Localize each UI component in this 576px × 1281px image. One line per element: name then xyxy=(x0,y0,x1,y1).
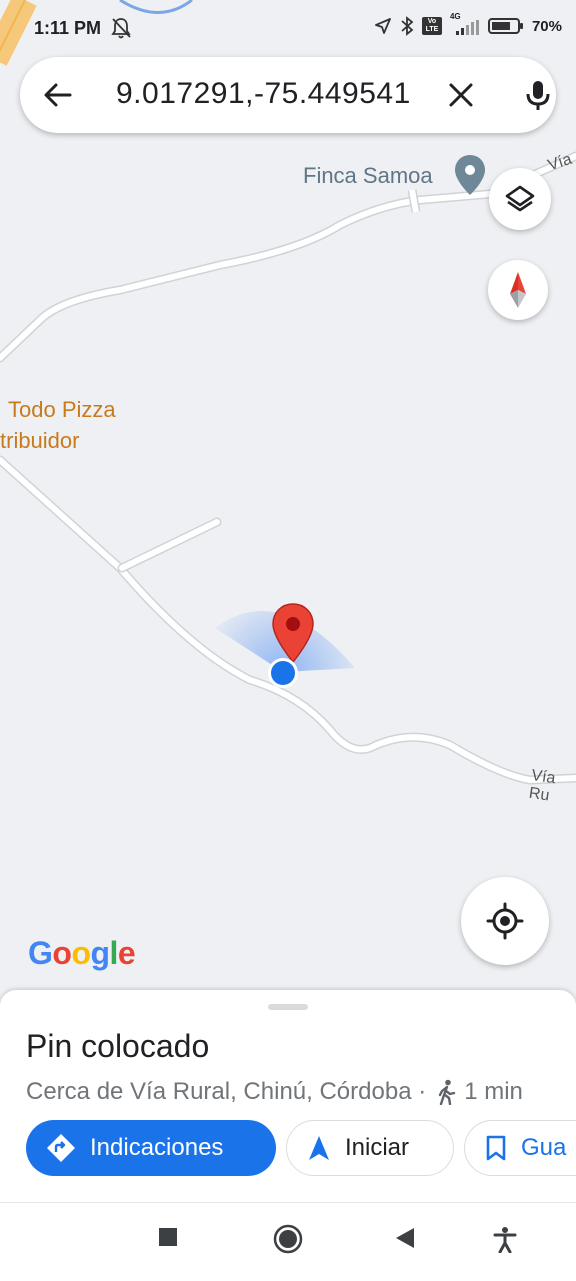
volte-icon: Vo LTE xyxy=(421,17,442,35)
bluetooth-icon xyxy=(401,16,414,36)
google-logo-letter: G xyxy=(28,935,53,971)
status-time: 1:11 PM xyxy=(34,18,102,38)
directions-label: Indicaciones xyxy=(90,1134,224,1161)
google-logo-letter: o xyxy=(52,935,72,971)
compass-button[interactable] xyxy=(488,260,548,320)
save-label: Gua xyxy=(521,1134,567,1161)
google-logo-letter: l xyxy=(109,935,119,971)
location-icon xyxy=(375,18,391,34)
walking-icon xyxy=(439,1079,456,1105)
search-bar[interactable]: 9.017291,-75.449541 xyxy=(20,57,556,133)
search-query[interactable]: 9.017291,-75.449541 xyxy=(116,77,411,111)
place-bottom-sheet[interactable]: Pin colocado Cerca de Vía Rural, Chinú, … xyxy=(0,990,576,1202)
my-location-button[interactable] xyxy=(461,877,549,965)
place-pin-icon xyxy=(455,155,485,195)
walk-time: 1 min xyxy=(464,1078,523,1105)
bookmark-icon xyxy=(486,1135,506,1161)
google-logo: Google xyxy=(28,935,136,972)
battery-percent: 70% xyxy=(531,17,562,35)
place-title: Pin colocado xyxy=(26,1028,210,1064)
signal-icon: 4G xyxy=(450,12,480,36)
road-label-via-rural: Vía Ru xyxy=(527,766,557,805)
directions-button[interactable]: Indicaciones xyxy=(26,1120,276,1176)
place-label-line1: Todo Pizza xyxy=(8,397,116,422)
accessibility-icon[interactable] xyxy=(493,1227,517,1253)
system-nav-bar xyxy=(0,1202,576,1281)
layers-button[interactable] xyxy=(489,168,551,230)
mic-icon[interactable] xyxy=(520,77,556,113)
home-circle-icon[interactable] xyxy=(273,1224,303,1254)
back-triangle-icon[interactable] xyxy=(394,1227,416,1249)
place-label-todo-pizza[interactable]: Todo Pizza tribuidor xyxy=(0,394,116,456)
place-label-finca-samoa[interactable]: Finca Samoa xyxy=(303,155,485,195)
place-label-line2: tribuidor xyxy=(0,428,80,453)
start-button[interactable]: Iniciar xyxy=(286,1120,454,1176)
close-icon[interactable] xyxy=(445,79,477,111)
battery-icon xyxy=(487,18,523,34)
navigation-arrow-icon xyxy=(309,1136,329,1160)
recents-square-icon[interactable] xyxy=(158,1227,178,1247)
layers-icon xyxy=(505,185,535,212)
arrow-back-icon[interactable] xyxy=(42,79,74,111)
google-logo-letter: o xyxy=(71,935,91,971)
map-roads xyxy=(0,0,576,785)
status-bar: 1:11 PM Vo LTE 4G 70% xyxy=(0,0,576,56)
place-address: Cerca de Vía Rural, Chinú, Córdoba · xyxy=(26,1078,427,1105)
google-logo-letter: g xyxy=(90,935,110,971)
start-label: Iniciar xyxy=(345,1134,410,1161)
google-logo-letter: e xyxy=(117,935,136,971)
alarm-off-icon xyxy=(111,18,131,39)
current-location-dot-icon xyxy=(268,658,298,688)
save-button[interactable]: Gua xyxy=(464,1120,576,1176)
sheet-drag-handle[interactable] xyxy=(268,1004,308,1010)
compass-icon xyxy=(510,272,526,308)
directions-icon xyxy=(47,1134,75,1162)
map-canvas[interactable]: Finca Samoa Todo Pizza tribuidor Vía Vía… xyxy=(0,0,576,1000)
my-location-icon xyxy=(486,902,524,940)
place-subtitle: Cerca de Vía Rural, Chinú, Córdoba · 1 m… xyxy=(26,1078,523,1106)
